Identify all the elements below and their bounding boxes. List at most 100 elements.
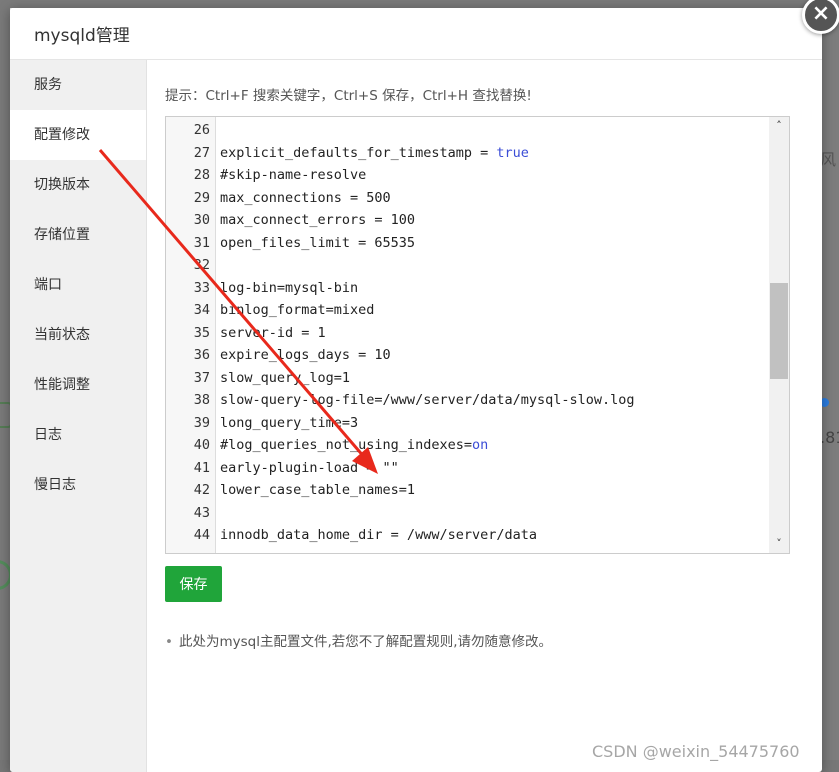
line-text: #log_queries_not_using_indexes=on <box>220 434 488 457</box>
line-code: log-bin=mysql-bin <box>220 279 359 296</box>
line-number: 27 <box>193 144 210 161</box>
line-text: innodb_data_home_dir = /www/server/data <box>220 524 537 547</box>
line-number: 40 <box>193 437 210 453</box>
line-code: slow_query_log=1 <box>220 369 351 386</box>
line-code: #skip-name-resolve <box>220 167 367 183</box>
code-line[interactable]: 34 binlog_format=mixed <box>166 299 766 322</box>
line-text: lower_case_table_names=1 <box>220 479 415 502</box>
line-text: explicit_defaults_for_timestamp = true <box>220 142 529 165</box>
close-icon: × <box>811 1 831 26</box>
sidebar-item-storage-location[interactable]: 存储位置 <box>10 210 146 260</box>
line-code: innodb_data_home_dir = /www/server/data <box>220 527 537 543</box>
scroll-down-icon[interactable]: ˅ <box>769 535 789 553</box>
code-line[interactable]: 30 max_connect_errors = 100 <box>166 209 766 232</box>
close-dialog-button[interactable]: × <box>802 0 839 34</box>
bullet-icon: • <box>165 634 173 650</box>
code-line[interactable]: 33 log-bin=mysql-bin <box>166 277 766 300</box>
sidebar-item-service[interactable]: 服务 <box>10 60 146 110</box>
background-overlay-right <box>822 0 839 772</box>
scrollbar-thumb[interactable] <box>770 283 788 379</box>
line-number: 34 <box>193 302 210 318</box>
code-line[interactable]: 44 innodb_data_home_dir = /www/server/dat… <box>166 524 766 547</box>
line-number: 30 <box>193 212 210 228</box>
line-number: 32 <box>193 257 210 273</box>
sidebar-item-slow-log[interactable]: 慢日志 <box>10 460 146 510</box>
line-number: 38 <box>193 392 210 408</box>
line-number: 26 <box>193 122 210 138</box>
code-line[interactable]: 36 expire_logs_days = 10 <box>166 344 766 367</box>
line-number: 35 <box>193 324 210 341</box>
line-code: max_connect_errors = 100 <box>220 212 416 228</box>
line-number: 36 <box>193 347 210 363</box>
line-code: open_files_limit = 65535 <box>220 234 416 251</box>
code-line[interactable]: 43 <box>166 502 766 525</box>
code-line[interactable]: 37 slow_query_log=1 <box>166 367 766 390</box>
code-line[interactable]: 42 lower_case_table_names=1 <box>166 479 766 502</box>
sidebar-item-performance-tuning[interactable]: 性能调整 <box>10 360 146 410</box>
line-text: #skip-name-resolve <box>220 164 366 187</box>
line-number: 41 <box>193 459 210 476</box>
code-line[interactable]: 35 server-id = 1 <box>166 322 766 345</box>
line-keyword: on <box>471 437 489 453</box>
dialog-header: mysqld管理 <box>10 8 822 60</box>
line-text: max_connect_errors = 100 <box>220 209 415 232</box>
line-number: 33 <box>193 279 210 296</box>
line-code: early-plugin-load = "" <box>220 459 399 476</box>
line-code: explicit_defaults_for_timestamp = <box>220 144 497 161</box>
line-text: slow_query_log=1 <box>220 367 350 390</box>
background-overlay-top <box>0 0 839 8</box>
editor-hint-text: 提示：Ctrl+F 搜索关键字，Ctrl+S 保存，Ctrl+H 查找替换! <box>165 88 532 104</box>
line-text: expire_logs_days = 10 <box>220 344 391 367</box>
code-line[interactable]: 29 max_connections = 500 <box>166 187 766 210</box>
line-text: early-plugin-load = "" <box>220 457 399 480</box>
line-number: 28 <box>193 167 210 183</box>
sidebar-item-logs[interactable]: 日志 <box>10 410 146 460</box>
line-number: 42 <box>193 482 210 498</box>
line-number: 43 <box>193 504 210 521</box>
line-text: long_query_time=3 <box>220 412 358 435</box>
code-line[interactable]: 28 #skip-name-resolve <box>166 164 766 187</box>
line-text: binlog_format=mixed <box>220 299 374 322</box>
code-line[interactable]: 40 #log_queries_not_using_indexes=on <box>166 434 766 457</box>
line-number: 37 <box>193 369 210 386</box>
line-number: 31 <box>193 234 210 251</box>
line-keyword: true <box>496 144 529 161</box>
line-code: expire_logs_days = 10 <box>220 347 391 363</box>
code-line[interactable]: 26 <box>166 119 766 142</box>
config-edit-panel: 提示：Ctrl+F 搜索关键字，Ctrl+S 保存，Ctrl+H 查找替换! 2… <box>165 60 805 760</box>
line-number: 44 <box>193 527 210 543</box>
save-button[interactable]: 保存 <box>165 566 222 602</box>
line-text: open_files_limit = 65535 <box>220 232 415 255</box>
mysqld-manage-dialog: mysqld管理 服务 配置修改 切换版本 存储位置 端口 当前状态 性能调整 … <box>10 8 822 772</box>
config-warning-text: 此处为mysql主配置文件,若您不了解配置规则,请勿随意修改。 <box>178 634 553 650</box>
line-number: 39 <box>193 414 210 431</box>
sidebar-item-config-edit[interactable]: 配置修改 <box>10 110 146 160</box>
sidebar-item-current-status[interactable]: 当前状态 <box>10 310 146 360</box>
line-number: 29 <box>193 189 210 206</box>
editor-vertical-scrollbar[interactable]: ˄ ˅ <box>769 117 789 553</box>
code-line[interactable]: 39 long_query_time=3 <box>166 412 766 435</box>
code-line[interactable]: 38 slow-query-log-file=/www/server/data/m… <box>166 389 766 412</box>
code-line[interactable]: 27 explicit_defaults_for_timestamp = true <box>166 142 766 165</box>
line-code: long_query_time=3 <box>220 414 359 431</box>
code-line[interactable]: 32 <box>166 254 766 277</box>
line-code: lower_case_table_names=1 <box>220 482 416 498</box>
line-code: max_connections = 500 <box>220 189 391 206</box>
line-text: slow-query-log-file=/www/server/data/mys… <box>220 389 635 412</box>
watermark-text: CSDN @weixin_54475760 <box>592 742 800 761</box>
scroll-up-icon[interactable]: ˄ <box>769 117 789 135</box>
line-text: server-id = 1 <box>220 322 326 345</box>
sidebar-item-port[interactable]: 端口 <box>10 260 146 310</box>
line-code: server-id = 1 <box>220 324 326 341</box>
dialog-sidebar: 服务 配置修改 切换版本 存储位置 端口 当前状态 性能调整 日志 慢日志 <box>10 60 147 772</box>
dialog-title: mysqld管理 <box>34 26 130 46</box>
line-code: slow-query-log-file=/www/server/data/mys… <box>220 392 635 408</box>
code-line[interactable]: 31 open_files_limit = 65535 <box>166 232 766 255</box>
line-code: binlog_format=mixed <box>220 302 375 318</box>
code-line[interactable]: 41 early-plugin-load = "" <box>166 457 766 480</box>
line-text: log-bin=mysql-bin <box>220 277 358 300</box>
code-lines: 26 27 explicit_defaults_for_timestamp = tr… <box>166 119 766 547</box>
background-overlay-left <box>0 0 10 772</box>
sidebar-item-switch-version[interactable]: 切换版本 <box>10 160 146 210</box>
config-code-editor[interactable]: 26 27 explicit_defaults_for_timestamp = tr… <box>165 116 790 554</box>
